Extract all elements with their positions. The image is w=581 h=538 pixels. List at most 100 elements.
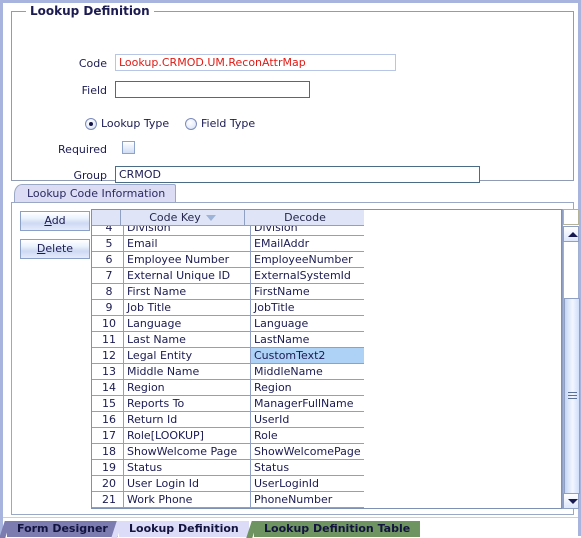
table-cell-code-key[interactable]: Division bbox=[123, 226, 251, 236]
tab-lookup-code-information[interactable]: Lookup Code Information bbox=[14, 184, 177, 202]
lookup-code-information-panel: Add Delete Code Key Decode 4 Division Di… bbox=[11, 202, 580, 515]
table-cell-rownum[interactable]: 10 bbox=[92, 315, 124, 332]
table-cell-decode[interactable]: ShowWelcomePage bbox=[250, 443, 364, 460]
table-cell-decode[interactable]: EmployeeNumber bbox=[250, 251, 364, 268]
table-row[interactable]: 14 Region Region bbox=[92, 379, 364, 396]
radio-lookup-type-dot[interactable] bbox=[85, 117, 97, 130]
radio-lookup-type[interactable]: Lookup Type bbox=[85, 117, 169, 130]
table-row[interactable]: 13 Middle Name MiddleName bbox=[92, 363, 364, 380]
table-cell-code-key[interactable]: First Name bbox=[123, 283, 251, 300]
table-cell-rownum[interactable]: 17 bbox=[92, 427, 124, 444]
scrollbar-track[interactable] bbox=[563, 242, 580, 494]
table-cell-decode[interactable]: ExternalSystemId bbox=[250, 267, 364, 284]
table-row[interactable]: 5 Email EMailAddr bbox=[92, 235, 364, 252]
table-cell-rownum[interactable]: 7 bbox=[92, 267, 124, 284]
table-row[interactable]: 11 Last Name LastName bbox=[92, 331, 364, 348]
table-cell-rownum[interactable]: 9 bbox=[92, 299, 124, 316]
table-cell-code-key[interactable]: User Login Id bbox=[123, 475, 251, 492]
table-cell-decode[interactable]: FirstName bbox=[250, 283, 364, 300]
table-row[interactable]: 19 Status Status bbox=[92, 459, 364, 476]
table-col-decode[interactable]: Decode bbox=[244, 210, 364, 226]
table-row[interactable]: 21 Work Phone PhoneNumber bbox=[92, 491, 364, 508]
table-cell-code-key[interactable]: Reports To bbox=[123, 395, 251, 412]
scroll-up-button[interactable] bbox=[563, 226, 579, 242]
table-cell-code-key[interactable]: Role[LOOKUP] bbox=[123, 427, 251, 444]
group-input[interactable] bbox=[115, 166, 480, 183]
radio-field-type-label: Field Type bbox=[201, 117, 256, 130]
code-label: Code bbox=[78, 57, 107, 70]
table-row[interactable]: 7 External Unique ID ExternalSystemId bbox=[92, 267, 364, 284]
bottom-tab-form-designer[interactable]: Form Designer bbox=[7, 520, 118, 537]
table-cell-decode[interactable]: PhoneNumber bbox=[250, 491, 364, 508]
table-cell-decode[interactable]: CustomText2 bbox=[250, 347, 364, 364]
table-row[interactable]: 12 Legal Entity CustomText2 bbox=[92, 347, 364, 364]
table-cell-rownum[interactable]: 20 bbox=[92, 475, 124, 492]
table-cell-code-key[interactable]: External Unique ID bbox=[123, 267, 251, 284]
table-cell-rownum[interactable]: 5 bbox=[92, 235, 124, 252]
table-header-row: Code Key Decode bbox=[92, 210, 364, 226]
bottom-tab-lookup-definition[interactable]: Lookup Definition bbox=[119, 520, 249, 537]
table-cell-code-key[interactable]: Employee Number bbox=[123, 251, 251, 268]
radio-field-type[interactable]: Field Type bbox=[185, 117, 255, 130]
lookup-codes-table[interactable]: Code Key Decode 4 Division Division 5 Email E… bbox=[91, 209, 562, 509]
table-row[interactable]: 6 Employee Number EmployeeNumber bbox=[92, 251, 364, 268]
table-row[interactable]: 18 ShowWelcome Page ShowWelcomePage bbox=[92, 443, 364, 460]
table-col-rownum[interactable] bbox=[92, 210, 121, 226]
table-row[interactable]: 17 Role[LOOKUP] Role bbox=[92, 427, 364, 444]
radio-field-type-dot[interactable] bbox=[185, 117, 197, 130]
table-row[interactable]: 10 Language Language bbox=[92, 315, 364, 332]
table-cell-code-key[interactable]: Email bbox=[123, 235, 251, 252]
table-cell-code-key[interactable]: Status bbox=[123, 459, 251, 476]
bottom-tab-lookup-definition-table[interactable]: Lookup Definition Table bbox=[254, 520, 421, 537]
table-cell-rownum[interactable]: 8 bbox=[92, 283, 124, 300]
table-cell-decode[interactable]: EMailAddr bbox=[250, 235, 364, 252]
table-cell-decode[interactable]: UserLoginId bbox=[250, 475, 364, 492]
table-cell-rownum[interactable]: 4 bbox=[92, 226, 124, 236]
scrollbar-grip-icon bbox=[568, 392, 577, 400]
table-cell-rownum[interactable]: 16 bbox=[92, 411, 124, 428]
table-cell-decode[interactable]: LastName bbox=[250, 331, 364, 348]
required-checkbox[interactable] bbox=[122, 141, 135, 154]
table-row[interactable]: 15 Reports To ManagerFullName bbox=[92, 395, 364, 412]
code-input[interactable] bbox=[115, 54, 396, 71]
table-cell-decode[interactable]: ManagerFullName bbox=[250, 395, 364, 412]
table-cell-rownum[interactable]: 14 bbox=[92, 379, 124, 396]
table-cell-code-key[interactable]: Region bbox=[123, 379, 251, 396]
table-cell-code-key[interactable]: Middle Name bbox=[123, 363, 251, 380]
table-cell-rownum[interactable]: 21 bbox=[92, 491, 124, 508]
table-cell-rownum[interactable]: 18 bbox=[92, 443, 124, 460]
scrollbar-thumb[interactable] bbox=[564, 298, 580, 494]
table-cell-code-key[interactable]: Work Phone bbox=[123, 491, 251, 508]
table-cell-code-key[interactable]: ShowWelcome Page bbox=[123, 443, 251, 460]
table-row[interactable]: 20 User Login Id UserLoginId bbox=[92, 475, 364, 492]
table-cell-code-key[interactable]: Job Title bbox=[123, 299, 251, 316]
table-cell-decode[interactable]: Language bbox=[250, 315, 364, 332]
table-cell-code-key[interactable]: Language bbox=[123, 315, 251, 332]
table-cell-code-key[interactable]: Return Id bbox=[123, 411, 251, 428]
table-cell-rownum[interactable]: 11 bbox=[92, 331, 124, 348]
table-cell-decode[interactable]: MiddleName bbox=[250, 363, 364, 380]
table-cell-decode[interactable]: UserId bbox=[250, 411, 364, 428]
table-cell-decode[interactable]: Region bbox=[250, 379, 364, 396]
table-cell-rownum[interactable]: 13 bbox=[92, 363, 124, 380]
table-cell-rownum[interactable]: 12 bbox=[92, 347, 124, 364]
table-cell-decode[interactable]: Status bbox=[250, 459, 364, 476]
table-row[interactable]: 4 Division Division bbox=[92, 226, 364, 236]
table-cell-code-key[interactable]: Legal Entity bbox=[123, 347, 251, 364]
add-button[interactable]: Add bbox=[20, 211, 90, 231]
table-cell-code-key[interactable]: Last Name bbox=[123, 331, 251, 348]
table-cell-decode[interactable]: JobTitle bbox=[250, 299, 364, 316]
table-cell-rownum[interactable]: 19 bbox=[92, 459, 124, 476]
table-cell-decode[interactable]: Role bbox=[250, 427, 364, 444]
table-row[interactable]: 16 Return Id UserId bbox=[92, 411, 364, 428]
table-col-code-key[interactable]: Code Key bbox=[120, 210, 245, 226]
table-row[interactable]: 8 First Name FirstName bbox=[92, 283, 364, 300]
field-input[interactable] bbox=[115, 81, 310, 98]
table-cell-rownum[interactable]: 15 bbox=[92, 395, 124, 412]
table-row[interactable]: 9 Job Title JobTitle bbox=[92, 299, 364, 316]
table-cell-decode[interactable]: Division bbox=[250, 226, 364, 236]
table-vertical-scrollbar[interactable] bbox=[562, 209, 580, 509]
scroll-down-button[interactable] bbox=[563, 493, 579, 509]
table-cell-rownum[interactable]: 6 bbox=[92, 251, 124, 268]
delete-button[interactable]: Delete bbox=[20, 239, 90, 259]
